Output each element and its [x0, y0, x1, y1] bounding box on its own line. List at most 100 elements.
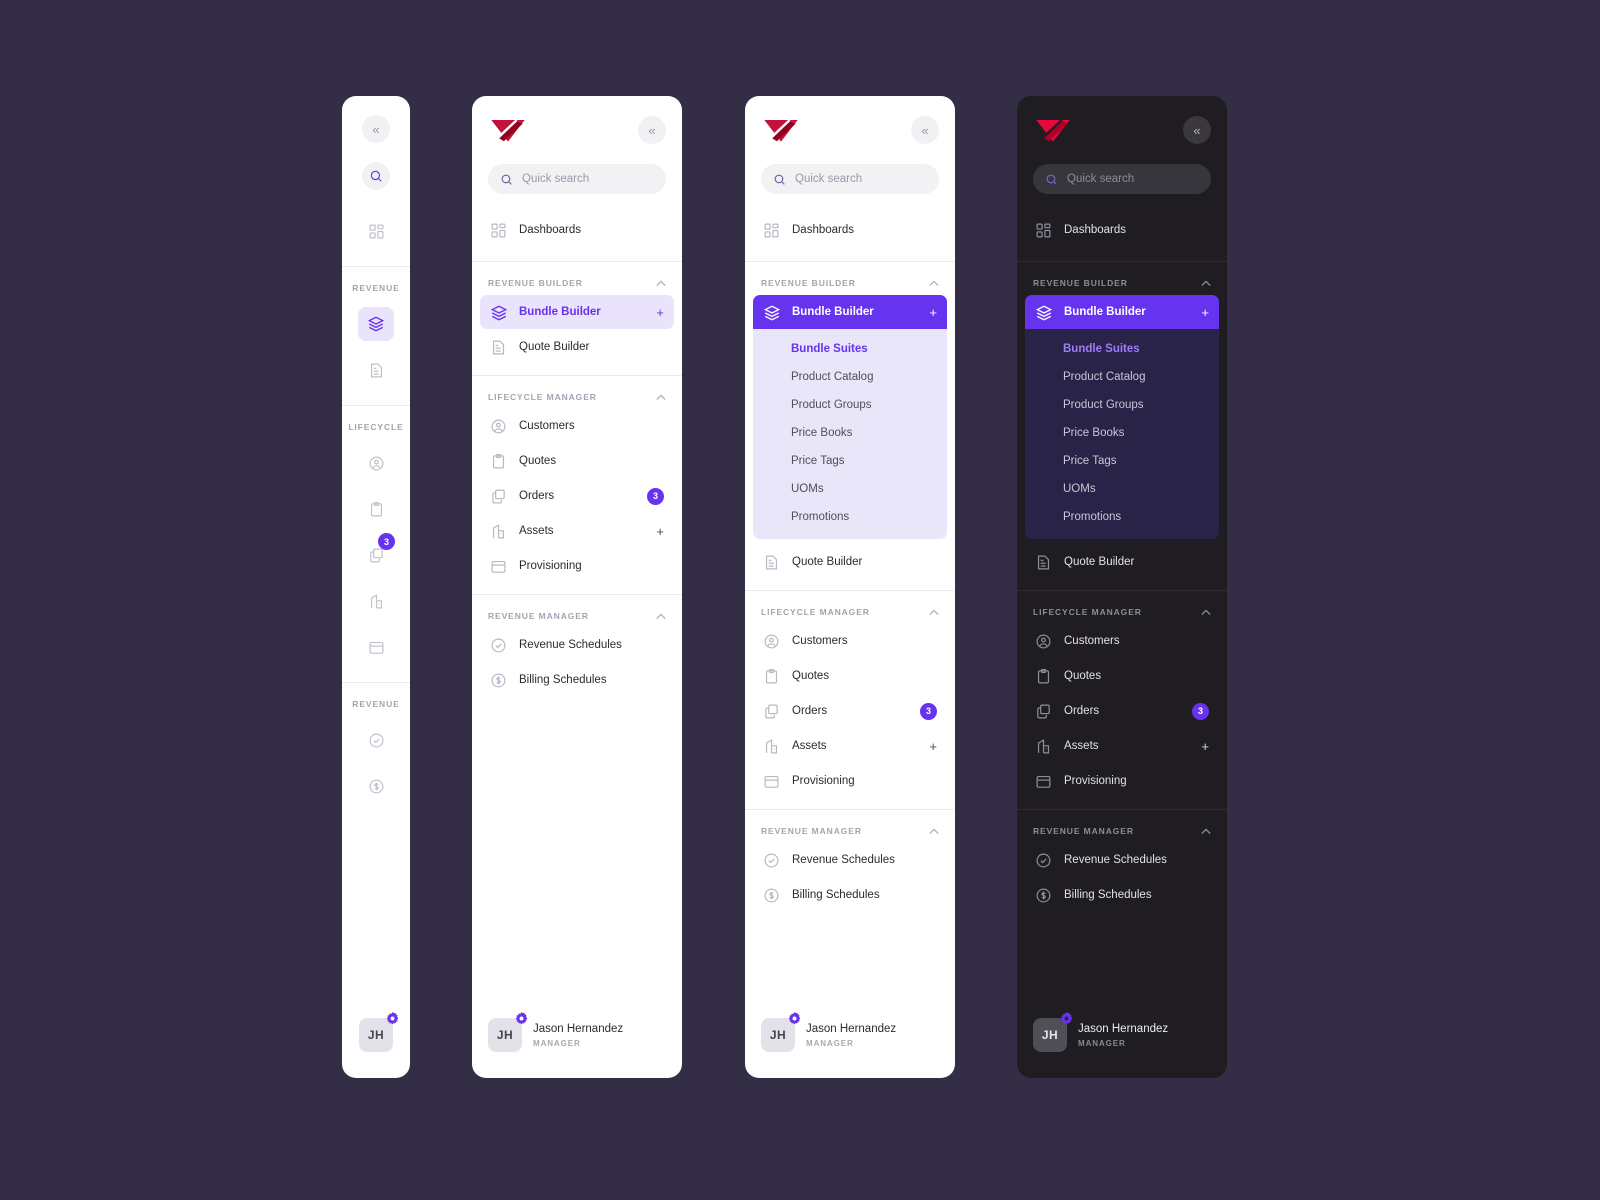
submenu-item-price-books[interactable]: Price Books	[1025, 419, 1219, 447]
collapse-toggle-button[interactable]: «	[638, 116, 666, 144]
sidebar-item-revenue-schedules[interactable]	[358, 723, 394, 757]
sidebar-item-billing-schedules[interactable]	[358, 769, 394, 803]
sidebar-item-dashboards[interactable]: Dashboards	[1025, 213, 1219, 247]
sidebar-item-billing-schedules[interactable]: Billing Schedules	[480, 663, 674, 697]
sidebar-item-provisioning[interactable]	[358, 630, 394, 664]
add-bundle-button[interactable]: +	[1201, 306, 1209, 319]
add-asset-button[interactable]: +	[1201, 740, 1209, 753]
gear-icon[interactable]	[788, 1012, 801, 1025]
sidebar-item-provisioning[interactable]: Provisioning	[480, 549, 674, 583]
sidebar-collapsed-rail: « REVENUE LIFECYCLE 3 REVENUE JH	[342, 96, 410, 1078]
chevron-up-icon[interactable]	[656, 393, 666, 401]
gear-icon[interactable]	[386, 1012, 399, 1025]
user-profile[interactable]: JH Jason Hernandez MANAGER	[472, 1012, 682, 1078]
chevron-up-icon[interactable]	[656, 279, 666, 287]
search-input[interactable]: Quick search	[488, 164, 666, 194]
chevron-up-icon[interactable]	[929, 827, 939, 835]
add-asset-button[interactable]: +	[929, 740, 937, 753]
section-header-lifecycle-manager[interactable]: LIFECYCLE MANAGER	[1017, 591, 1227, 623]
search-input[interactable]: Quick search	[1033, 164, 1211, 194]
user-profile[interactable]: JH Jason Hernandez MANAGER	[745, 1012, 955, 1078]
collapse-toggle-button[interactable]: «	[1183, 116, 1211, 144]
chevron-up-icon[interactable]	[1201, 279, 1211, 287]
sidebar-item-revenue-schedules[interactable]: Revenue Schedules	[1025, 843, 1219, 877]
chevron-up-icon[interactable]	[929, 608, 939, 616]
submenu-item-uoms[interactable]: UOMs	[753, 475, 947, 503]
collapse-toggle-button[interactable]: «	[362, 115, 390, 143]
submenu-item-uoms[interactable]: UOMs	[1025, 475, 1219, 503]
sidebar-item-orders[interactable]: Orders 3	[753, 694, 947, 728]
submenu-item-product-catalog[interactable]: Product Catalog	[1025, 363, 1219, 391]
gear-icon[interactable]	[515, 1012, 528, 1025]
user-profile[interactable]: JH	[342, 1012, 410, 1078]
section-header-revenue-builder[interactable]: REVENUE BUILDER	[745, 262, 955, 294]
submenu-item-promotions[interactable]: Promotions	[753, 503, 947, 531]
section-header-revenue-builder[interactable]: REVENUE BUILDER	[472, 262, 682, 294]
sidebar-item-quotes[interactable]: Quotes	[480, 444, 674, 478]
section-header-lifecycle-manager[interactable]: LIFECYCLE MANAGER	[472, 376, 682, 408]
sidebar-item-assets[interactable]: Assets +	[1025, 729, 1219, 763]
sidebar-item-customers[interactable]: Customers	[1025, 624, 1219, 658]
chevron-up-icon[interactable]	[1201, 608, 1211, 616]
sidebar-item-quote-builder[interactable]: Quote Builder	[1025, 545, 1219, 579]
chevron-up-icon[interactable]	[1201, 827, 1211, 835]
sidebar-item-quote-builder[interactable]: Quote Builder	[480, 330, 674, 364]
sidebar-item-customers[interactable]: Customers	[480, 409, 674, 443]
sidebar-item-bundle-builder[interactable]: Bundle Builder +	[480, 295, 674, 329]
submenu-item-product-groups[interactable]: Product Groups	[753, 391, 947, 419]
submenu-item-bundle-suites[interactable]: Bundle Suites	[753, 335, 947, 363]
section-header-revenue-builder[interactable]: REVENUE BUILDER	[1017, 262, 1227, 294]
section-title-label: REVENUE MANAGER	[1033, 826, 1134, 836]
panel-spacer	[745, 923, 955, 1018]
sidebar-item-bundle-builder[interactable]: Bundle Builder +	[753, 295, 947, 329]
sidebar-item-bundle-builder[interactable]	[358, 307, 394, 341]
user-profile[interactable]: JH Jason Hernandez MANAGER	[1017, 1012, 1227, 1078]
section-header-revenue-manager[interactable]: REVENUE MANAGER	[1017, 810, 1227, 842]
gear-icon[interactable]	[1060, 1012, 1073, 1025]
submenu-item-price-books[interactable]: Price Books	[753, 419, 947, 447]
chevron-up-icon[interactable]	[656, 612, 666, 620]
sidebar-item-revenue-schedules[interactable]: Revenue Schedules	[753, 843, 947, 877]
sidebar-item-billing-schedules[interactable]: Billing Schedules	[753, 878, 947, 912]
sidebar-item-quote-builder[interactable]: Quote Builder	[753, 545, 947, 579]
sidebar-item-orders[interactable]: Orders 3	[1025, 694, 1219, 728]
section-header-revenue-manager[interactable]: REVENUE MANAGER	[472, 595, 682, 627]
collapse-toggle-button[interactable]: «	[911, 116, 939, 144]
sidebar-item-billing-schedules[interactable]: Billing Schedules	[1025, 878, 1219, 912]
sidebar-item-assets[interactable]: Assets +	[480, 514, 674, 548]
sidebar-item-dashboards[interactable]: Dashboards	[480, 213, 674, 247]
avatar-wrapper: JH	[488, 1012, 528, 1052]
sidebar-item-label: Billing Schedules	[1064, 889, 1152, 901]
submenu-item-product-catalog[interactable]: Product Catalog	[753, 363, 947, 391]
section-header-lifecycle-manager[interactable]: LIFECYCLE MANAGER	[745, 591, 955, 623]
submenu-item-price-tags[interactable]: Price Tags	[1025, 447, 1219, 475]
search-input[interactable]: Quick search	[761, 164, 939, 194]
sidebar-item-dashboards[interactable]	[358, 214, 394, 248]
sidebar-item-assets[interactable]	[358, 584, 394, 618]
add-bundle-button[interactable]: +	[656, 306, 664, 319]
sidebar-item-customers[interactable]	[358, 446, 394, 480]
submenu-item-bundle-suites[interactable]: Bundle Suites	[1025, 335, 1219, 363]
add-bundle-button[interactable]: +	[929, 306, 937, 319]
sidebar-item-orders[interactable]: 3	[358, 533, 395, 572]
search-icon-button[interactable]	[362, 162, 390, 190]
sidebar-item-quotes[interactable]: Quotes	[1025, 659, 1219, 693]
chevron-up-icon[interactable]	[929, 279, 939, 287]
add-asset-button[interactable]: +	[656, 525, 664, 538]
sidebar-item-quotes[interactable]: Quotes	[753, 659, 947, 693]
sidebar-item-quote-builder[interactable]	[358, 353, 394, 387]
submenu-item-promotions[interactable]: Promotions	[1025, 503, 1219, 531]
submenu-item-product-groups[interactable]: Product Groups	[1025, 391, 1219, 419]
sidebar-item-dashboards[interactable]: Dashboards	[753, 213, 947, 247]
profile-role: MANAGER	[533, 1038, 581, 1048]
sidebar-item-provisioning[interactable]: Provisioning	[753, 764, 947, 798]
sidebar-item-bundle-builder[interactable]: Bundle Builder +	[1025, 295, 1219, 329]
section-header-revenue-manager[interactable]: REVENUE MANAGER	[745, 810, 955, 842]
sidebar-item-orders[interactable]: Orders 3	[480, 479, 674, 513]
sidebar-item-revenue-schedules[interactable]: Revenue Schedules	[480, 628, 674, 662]
sidebar-item-customers[interactable]: Customers	[753, 624, 947, 658]
submenu-item-price-tags[interactable]: Price Tags	[753, 447, 947, 475]
sidebar-item-provisioning[interactable]: Provisioning	[1025, 764, 1219, 798]
sidebar-item-quotes[interactable]	[358, 492, 394, 526]
sidebar-item-assets[interactable]: Assets +	[753, 729, 947, 763]
